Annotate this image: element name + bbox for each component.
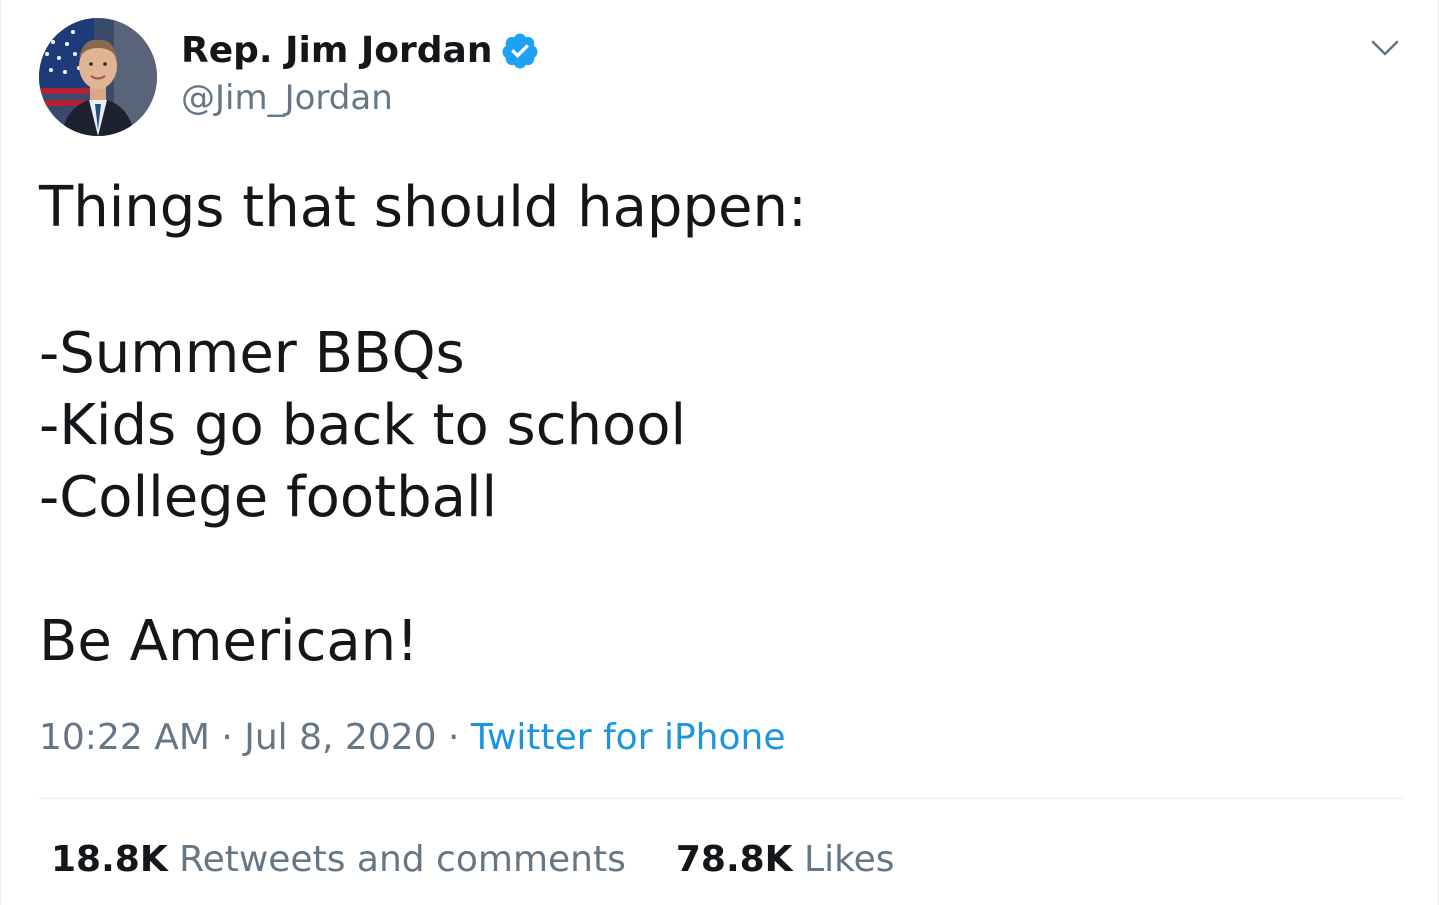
likes-count: 78.8K xyxy=(675,839,793,880)
tweet-time[interactable]: 10:22 AM xyxy=(39,717,210,758)
tweet-text-line: -Kids go back to school xyxy=(39,393,687,458)
chevron-down-icon[interactable] xyxy=(1367,30,1403,66)
divider xyxy=(39,798,1403,799)
tweet-source-link[interactable]: Twitter for iPhone xyxy=(471,717,786,758)
author-name-row: Rep. Jim Jordan xyxy=(181,28,540,74)
retweets-stat[interactable]: 18.8K Retweets and comments xyxy=(51,836,626,884)
likes-label: Likes xyxy=(804,839,895,880)
tweet-text-line: Things that should happen: xyxy=(39,175,807,240)
tweet-card: Rep. Jim Jordan @Jim_Jordan Things that … xyxy=(0,0,1439,905)
verified-badge-icon xyxy=(500,31,540,71)
retweets-count: 18.8K xyxy=(51,839,168,880)
tweet-text-line: -Summer BBQs xyxy=(39,321,465,386)
tweet-stats: 18.8K Retweets and comments 78.8K Likes xyxy=(51,836,895,884)
tweet-text-line: -College football xyxy=(39,465,498,530)
likes-stat[interactable]: 78.8K Likes xyxy=(676,836,895,884)
tweet-text-line: Be American! xyxy=(39,609,419,674)
avatar[interactable] xyxy=(39,18,157,136)
meta-separator: · xyxy=(221,717,233,758)
user-handle[interactable]: @Jim_Jordan xyxy=(181,76,393,120)
tweet-metadata: 10:22 AM · Jul 8, 2020 · Twitter for iPh… xyxy=(39,714,785,762)
tweet-date[interactable]: Jul 8, 2020 xyxy=(244,717,436,758)
display-name[interactable]: Rep. Jim Jordan xyxy=(181,28,492,74)
meta-separator: · xyxy=(448,717,460,758)
retweets-label: Retweets and comments xyxy=(179,839,626,880)
